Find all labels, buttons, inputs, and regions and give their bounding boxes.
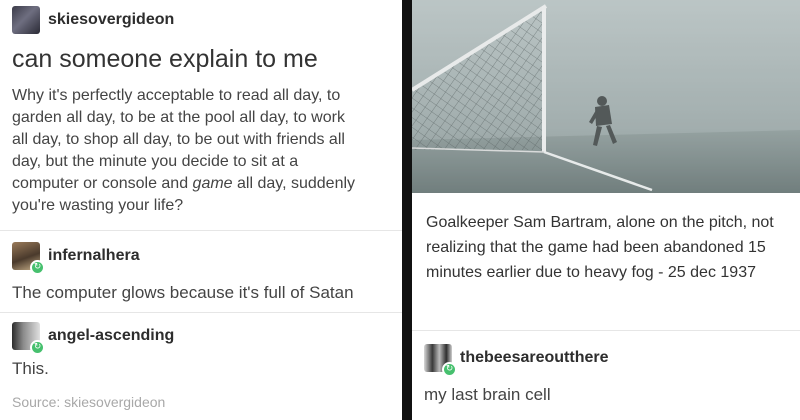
divider-line <box>412 330 800 331</box>
username[interactable]: angel-ascending <box>48 327 174 345</box>
reblog-icon: ↻ <box>30 340 45 355</box>
reply-text: The computer glows because it's full of … <box>12 283 354 302</box>
avatar[interactable]: ↻ <box>12 322 45 355</box>
reblog-icon: ↻ <box>30 260 45 275</box>
username[interactable]: infernalhera <box>48 247 140 265</box>
body-line: you're wasting your life? <box>12 197 184 214</box>
body-line: garden all day, to be at the pool all da… <box>12 109 345 126</box>
avatar[interactable] <box>12 6 40 34</box>
panel-divider <box>402 0 412 420</box>
body-line: Why it's perfectly acceptable to read al… <box>12 87 341 104</box>
right-tumblr-post: Goalkeeper Sam Bartram, alone on the pit… <box>412 0 800 420</box>
goal-in-fog-photo <box>412 0 800 193</box>
reply-header: ↻ thebeesareoutthere <box>412 342 800 377</box>
reply-post: ↻ infernalhera The computer glows becaus… <box>0 240 402 304</box>
op-post: skiesovergideon can someone explain to m… <box>0 4 402 217</box>
reply-text: This. <box>12 359 49 378</box>
avatar[interactable]: ↻ <box>12 242 45 275</box>
reply-post: ↻ thebeesareoutthere my last brain cell <box>412 342 800 406</box>
body-line: day, but the minute you decide to sit at… <box>12 153 299 170</box>
reply-post: ↻ angel-ascending This. <box>0 320 402 380</box>
reply-header: ↻ infernalhera <box>0 240 402 275</box>
body-line-part: computer or console and <box>12 175 193 192</box>
avatar[interactable]: ↻ <box>424 344 457 377</box>
post-title: can someone explain to me <box>12 45 318 73</box>
body-emphasis: game <box>192 175 233 192</box>
post-body: Why it's perfectly acceptable to read al… <box>0 85 402 217</box>
body-line-part: all day, suddenly <box>232 175 356 192</box>
body-line: computer or console and game all day, su… <box>12 173 390 195</box>
reply-header: ↻ angel-ascending <box>0 320 402 355</box>
body-line: all day, to shop all day, to be out with… <box>12 131 345 148</box>
divider-line <box>0 230 402 231</box>
divider-line <box>0 312 402 313</box>
photo-caption: Goalkeeper Sam Bartram, alone on the pit… <box>426 214 774 281</box>
left-tumblr-post: skiesovergideon can someone explain to m… <box>0 0 402 420</box>
username[interactable]: skiesovergideon <box>48 11 174 29</box>
reply-text: my last brain cell <box>424 385 551 404</box>
reblog-icon: ↻ <box>442 362 457 377</box>
username[interactable]: thebeesareoutthere <box>460 349 609 367</box>
op-header: skiesovergideon <box>0 4 402 36</box>
source-link[interactable]: Source: skiesovergideon <box>0 394 177 410</box>
